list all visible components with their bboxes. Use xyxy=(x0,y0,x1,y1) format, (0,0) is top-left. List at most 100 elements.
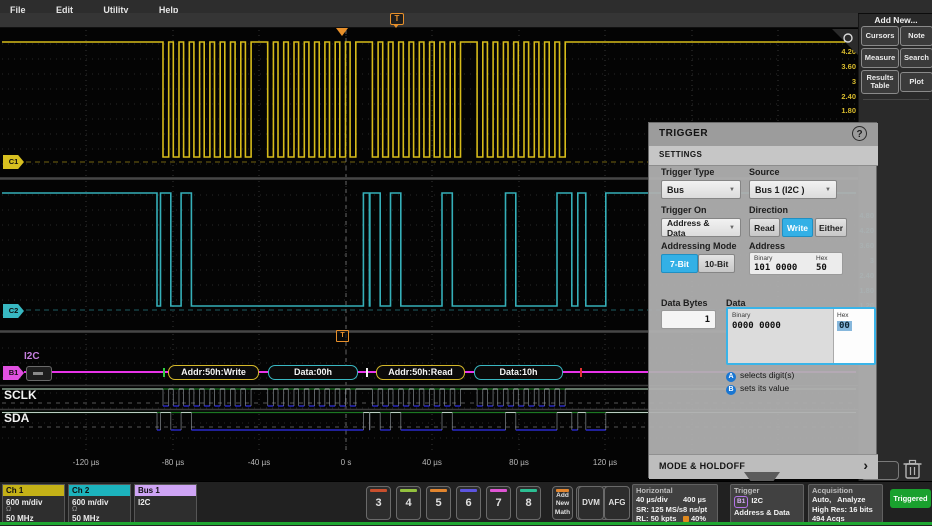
ch3-button[interactable]: 3 xyxy=(366,486,391,520)
trigger-on-dropdown[interactable]: Address & Data ▼ xyxy=(661,218,741,237)
ch5-number: 5 xyxy=(427,497,450,509)
search-button[interactable]: Search xyxy=(900,48,932,68)
ch4-button[interactable]: 4 xyxy=(396,486,421,520)
addressing-mode-label: Addressing Mode xyxy=(661,241,737,251)
source-label: Source xyxy=(749,167,780,177)
sidebar-divider xyxy=(863,99,929,100)
data-binary-value[interactable]: 0000 0000 xyxy=(732,321,781,331)
data-bytes-field[interactable]: 1 xyxy=(661,310,716,329)
chevron-down-icon: ▼ xyxy=(729,187,735,193)
cursors-button[interactable]: Cursors xyxy=(861,26,899,46)
ch1-badge[interactable]: Ch 1 600 m/div Ω 50 MHz xyxy=(2,484,65,523)
address-hex-label: Hex xyxy=(816,255,828,262)
time-axis-label: 0 s xyxy=(341,458,352,467)
ch4-number: 4 xyxy=(397,497,420,509)
ch3-number: 3 xyxy=(367,497,390,509)
acquisition-badge[interactable]: Acquisition Auto, Analyze High Res: 16 b… xyxy=(808,484,883,523)
time-axis-label: 120 µs xyxy=(593,458,617,467)
bus-event-tick xyxy=(366,368,368,377)
acquisition-title: Acquisition xyxy=(812,486,879,495)
knob-b-hint-text: sets its value xyxy=(740,383,789,393)
add-new-title: Add New... xyxy=(859,15,932,25)
trigger-on-value: Address & Data xyxy=(667,218,729,238)
dvm-button[interactable]: DVM xyxy=(578,486,604,520)
bottom-bar: Ch 1 600 m/div Ω 50 MHz Ch 2 600 m/div Ω… xyxy=(0,481,932,526)
knob-b-icon: B xyxy=(726,385,736,395)
bus-decode-data-bubble: Data:10h xyxy=(474,365,563,380)
afg-button[interactable]: AFG xyxy=(604,486,630,520)
time-axis-label: 80 µs xyxy=(509,458,529,467)
bus-trigger-flag-icon: T xyxy=(336,330,349,342)
bus1-type: I2C xyxy=(138,498,150,507)
source-dropdown[interactable]: Bus 1 (I2C ) ▼ xyxy=(749,180,837,199)
data-bytes-label: Data Bytes xyxy=(661,298,708,308)
settings-section-header[interactable]: SETTINGS xyxy=(649,146,878,166)
ch1-scale-label: 4.20 xyxy=(816,47,856,56)
settings-label: SETTINGS xyxy=(659,150,702,159)
trigger-on-label: Trigger On xyxy=(661,205,707,215)
ch8-button[interactable]: 8 xyxy=(516,486,541,520)
sclk-label: SCLK xyxy=(4,388,37,402)
ch7-button[interactable]: 7 xyxy=(486,486,511,520)
chevron-down-icon: ▼ xyxy=(825,187,831,193)
direction-label: Direction xyxy=(749,205,788,215)
acquisition-mode: Auto, Analyze xyxy=(812,495,879,505)
ch7-color-stripe xyxy=(490,489,507,492)
ch5-color-stripe xyxy=(430,489,447,492)
knob-b-hint: Bsets its value xyxy=(726,383,789,395)
data-value-box[interactable]: Binary 0000 0000 Hex 00 xyxy=(726,307,876,365)
trigger-panel-title: TRIGGER xyxy=(659,128,708,139)
ch6-button[interactable]: 6 xyxy=(456,486,481,520)
plot-button[interactable]: Plot xyxy=(900,72,932,92)
chevron-right-icon: › xyxy=(863,457,868,473)
address-value-box[interactable]: Binary 101 0000 Hex 50 xyxy=(749,252,843,275)
trash-icon[interactable] xyxy=(900,457,926,481)
address-binary-label: Binary xyxy=(754,255,772,262)
horizontal-scale: 40 µs/div xyxy=(636,495,668,504)
direction-read-button[interactable]: Read xyxy=(749,218,780,237)
measure-button[interactable]: Measure xyxy=(861,48,899,68)
trigger-marker-icon[interactable] xyxy=(336,28,348,36)
results-table-button[interactable]: Results Table xyxy=(861,70,899,94)
ch3-color-stripe xyxy=(370,489,387,492)
bus-event-tick xyxy=(580,368,582,377)
trigger-badge[interactable]: Trigger B1I2C Address & Data xyxy=(730,484,804,523)
data-hex-value[interactable]: 00 xyxy=(837,321,852,331)
add-new-math-button[interactable]: Add New Math xyxy=(552,486,573,520)
trigger-type-dropdown[interactable]: Bus ▼ xyxy=(661,180,741,199)
trigger-source: I2C xyxy=(751,496,763,505)
direction-either-button[interactable]: Either xyxy=(815,218,847,237)
bus1-badge-header: Bus 1 xyxy=(135,485,196,496)
data-hex-pane[interactable]: Hex 00 xyxy=(833,309,874,363)
add-new-math-label: Add New Math xyxy=(553,492,572,517)
addressing-10bit-button[interactable]: 10-Bit xyxy=(698,254,735,273)
ch1-scale-label: 3 xyxy=(816,77,856,86)
help-icon[interactable]: ? xyxy=(852,126,867,141)
ch1-scale-label: 3.60 xyxy=(816,62,856,71)
knob-a-icon: A xyxy=(726,372,736,382)
ch1-scale-label: 2.40 xyxy=(816,92,856,101)
trigger-panel-header[interactable]: TRIGGER ? xyxy=(649,123,878,147)
note-button[interactable]: Note xyxy=(900,26,932,46)
ch8-number: 8 xyxy=(517,497,540,509)
bus-collapse-handle[interactable] xyxy=(26,366,52,381)
data-bytes-value: 1 xyxy=(705,315,710,325)
horizontal-badge[interactable]: Horizontal 40 µs/div400 µs SR: 125 MS/s8… xyxy=(632,484,718,523)
time-axis-label: -120 µs xyxy=(73,458,100,467)
address-hex-value[interactable]: 50 xyxy=(816,263,827,273)
ch5-button[interactable]: 5 xyxy=(426,486,451,520)
bus-label: I2C xyxy=(24,351,40,362)
ch2-scale: 600 m/div xyxy=(72,498,108,507)
ch4-color-stripe xyxy=(400,489,417,492)
ch7-number: 7 xyxy=(487,497,510,509)
ch2-badge[interactable]: Ch 2 600 m/div Ω 50 MHz xyxy=(68,484,131,523)
time-axis-label: -80 µs xyxy=(162,458,184,467)
direction-write-button[interactable]: Write xyxy=(782,218,813,237)
sample-rate: SR: 125 MS/s xyxy=(636,505,683,514)
address-binary-value[interactable]: 101 0000 xyxy=(754,263,797,273)
acquisition-resolution: High Res: 16 bits xyxy=(812,505,879,515)
trigger-condition: Address & Data xyxy=(734,508,790,517)
addressing-7bit-button[interactable]: 7-Bit xyxy=(661,254,698,273)
bus1-badge[interactable]: Bus 1 I2C xyxy=(134,484,197,523)
trigger-title: Trigger xyxy=(734,486,800,495)
